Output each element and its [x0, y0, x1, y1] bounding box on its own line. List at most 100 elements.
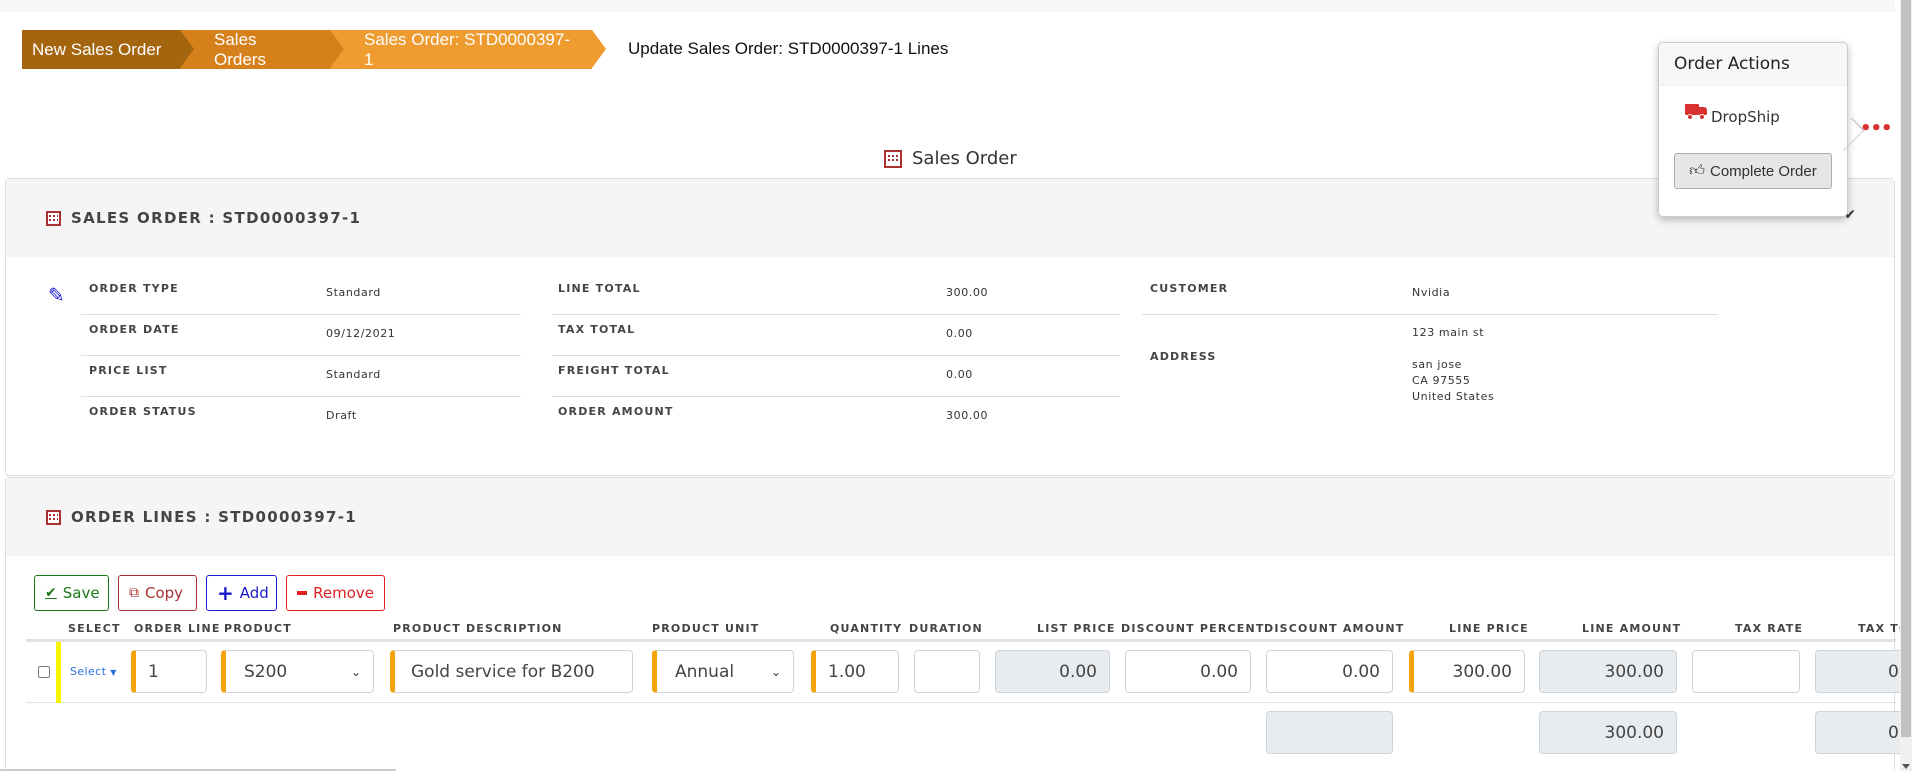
info-label: FREIGHT TOTAL	[558, 364, 670, 377]
breadcrumb-label: New Sales Order	[32, 39, 162, 59]
order-lines-panel-header: ORDER LINES : STD0000397-1	[6, 478, 1894, 556]
list-price-field: 0.00	[995, 650, 1110, 693]
column-header-quantity: QUANTITY	[830, 622, 903, 635]
column-header-duration: DURATION	[909, 622, 983, 635]
info-row-order-type: ORDER TYPE Standard	[81, 274, 521, 315]
save-button[interactable]: ✔ Save	[34, 575, 109, 611]
thumbs-up-icon: 👍︎	[1689, 162, 1705, 179]
breadcrumb-current: Update Sales Order: STD0000397-1 Lines	[628, 39, 949, 58]
info-label: CUSTOMER	[1150, 282, 1229, 295]
discount-amount-total	[1266, 711, 1393, 754]
product-select[interactable]: S200 ⌄	[221, 650, 374, 693]
line-price-value: 300.00	[1452, 661, 1512, 682]
column-header-line-price: LINE PRICE	[1449, 622, 1529, 635]
line-amount-total-value: 300.00	[1604, 722, 1664, 743]
remove-button[interactable]: Remove	[286, 575, 385, 611]
totals-row: 300.00 0.0	[26, 703, 1912, 763]
order-line-input[interactable]: 1	[131, 650, 207, 693]
order-actions-title: Order Actions	[1659, 43, 1847, 86]
quantity-input[interactable]: 1.00	[811, 650, 899, 693]
order-info-left: ORDER TYPE Standard ORDER DATE 09/12/202…	[81, 274, 521, 438]
order-info-right: CUSTOMER Nvidia ADDRESS 123 main st san …	[1142, 274, 1718, 405]
info-value: 0.00	[946, 327, 973, 340]
line-amount-total: 300.00	[1539, 711, 1677, 754]
save-icon: ✔	[45, 585, 57, 601]
chevron-down-icon: ⌄	[770, 664, 781, 679]
order-lines-panel-title: ORDER LINES : STD0000397-1	[71, 508, 357, 526]
save-label: Save	[62, 584, 100, 602]
row-select-dropdown[interactable]: Select ▼	[70, 665, 117, 678]
column-header-list-price: LIST PRICE	[1037, 622, 1116, 635]
row-checkbox[interactable]	[38, 666, 50, 678]
truck-icon	[1685, 104, 1707, 120]
product-description-value: Gold service for B200	[411, 661, 595, 682]
info-row-order-status: ORDER STATUS Draft	[81, 397, 521, 438]
scroll-down-arrow-icon[interactable]	[1902, 764, 1910, 769]
column-header-discount-amount: DISCOUNT AMOUNT	[1264, 622, 1405, 635]
address-value: 123 main st san jose CA 97555 United Sta…	[1412, 325, 1494, 405]
order-lines-toolbar: ✔ Save ⧉ Copy + Add Remove	[34, 575, 385, 611]
sales-order-panel-header: SALES ORDER : STD0000397-1 ✔	[6, 179, 1894, 257]
column-header-product-description: PRODUCT DESCRIPTION	[393, 622, 563, 635]
add-button[interactable]: + Add	[206, 575, 277, 611]
pencil-icon[interactable]: ✎	[48, 283, 65, 307]
info-label: PRICE LIST	[89, 364, 168, 377]
column-header-tax-rate: TAX RATE	[1735, 622, 1804, 635]
info-label: ADDRESS	[1150, 350, 1217, 363]
chevron-down-icon: ⌄	[350, 664, 361, 679]
discount-amount-value: 0.00	[1342, 661, 1380, 682]
dropship-action[interactable]: DropShip	[1685, 104, 1780, 126]
column-header-product: PRODUCT	[224, 622, 292, 635]
tax-rate-input[interactable]	[1692, 650, 1800, 693]
breadcrumb-sales-order[interactable]: Sales Order: STD0000397-1	[330, 29, 606, 69]
info-value: Standard	[326, 368, 381, 381]
info-row-freight-total: FREIGHT TOTAL 0.00	[552, 356, 1120, 397]
calendar-icon	[46, 210, 61, 226]
duration-input[interactable]	[914, 650, 980, 693]
copy-button[interactable]: ⧉ Copy	[118, 575, 197, 611]
tax-total-field: 0.0	[1815, 650, 1912, 693]
order-line-value: 1	[148, 661, 159, 682]
address-line: CA 97555	[1412, 374, 1471, 387]
info-value: 300.00	[946, 286, 989, 299]
calendar-icon	[46, 509, 61, 525]
copy-icon: ⧉	[129, 585, 139, 601]
info-row-price-list: PRICE LIST Standard	[81, 356, 521, 397]
info-value: 300.00	[946, 409, 989, 422]
more-actions-icon[interactable]: •••	[1860, 118, 1893, 139]
row-status-marker	[56, 642, 61, 703]
product-unit-select[interactable]: Annual ⌄	[652, 650, 794, 693]
page-title-text: Sales Order	[912, 148, 1017, 169]
info-label: ORDER STATUS	[89, 405, 197, 418]
info-label: LINE TOTAL	[558, 282, 641, 295]
vertical-scrollbar[interactable]	[1900, 0, 1912, 771]
page-title: Sales Order	[884, 148, 1017, 169]
address-line: san jose	[1412, 358, 1463, 371]
line-amount-value: 300.00	[1604, 661, 1664, 682]
remove-label: Remove	[313, 584, 374, 602]
product-unit-value: Annual	[675, 661, 735, 682]
row-select-label: Select	[70, 665, 107, 678]
dropship-label: DropShip	[1711, 108, 1780, 126]
discount-percent-input[interactable]: 0.00	[1125, 650, 1251, 693]
info-row-address: ADDRESS 123 main st san jose CA 97555 Un…	[1142, 315, 1718, 405]
line-price-input[interactable]: 300.00	[1409, 650, 1525, 693]
info-row-customer: CUSTOMER Nvidia	[1142, 274, 1718, 315]
column-header-product-unit: PRODUCT UNIT	[652, 622, 760, 635]
add-label: Add	[239, 584, 269, 602]
column-header-discount-percent: DISCOUNT PERCENT	[1121, 622, 1265, 635]
order-lines-panel: ORDER LINES : STD0000397-1 ✔ Save ⧉ Copy…	[5, 477, 1912, 771]
caret-down-icon: ▼	[110, 668, 117, 677]
info-row-order-amount: ORDER AMOUNT 300.00	[552, 397, 1120, 438]
breadcrumb-sales-orders[interactable]: Sales Orders	[180, 30, 344, 69]
discount-amount-input[interactable]: 0.00	[1266, 650, 1393, 693]
top-bar	[0, 0, 1895, 12]
product-description-input[interactable]: Gold service for B200	[390, 650, 633, 693]
complete-order-button[interactable]: 👍︎ Complete Order	[1674, 153, 1832, 189]
sales-order-panel: SALES ORDER : STD0000397-1 ✔ ✎ ORDER TYP…	[5, 178, 1895, 476]
calendar-icon	[884, 149, 902, 168]
plus-icon: +	[217, 581, 234, 605]
breadcrumb-new-sales-order[interactable]: New Sales Order	[22, 30, 194, 69]
scrollbar-thumb[interactable]	[1901, 0, 1911, 737]
breadcrumb-label: Sales Order: STD0000397-1	[364, 29, 570, 69]
